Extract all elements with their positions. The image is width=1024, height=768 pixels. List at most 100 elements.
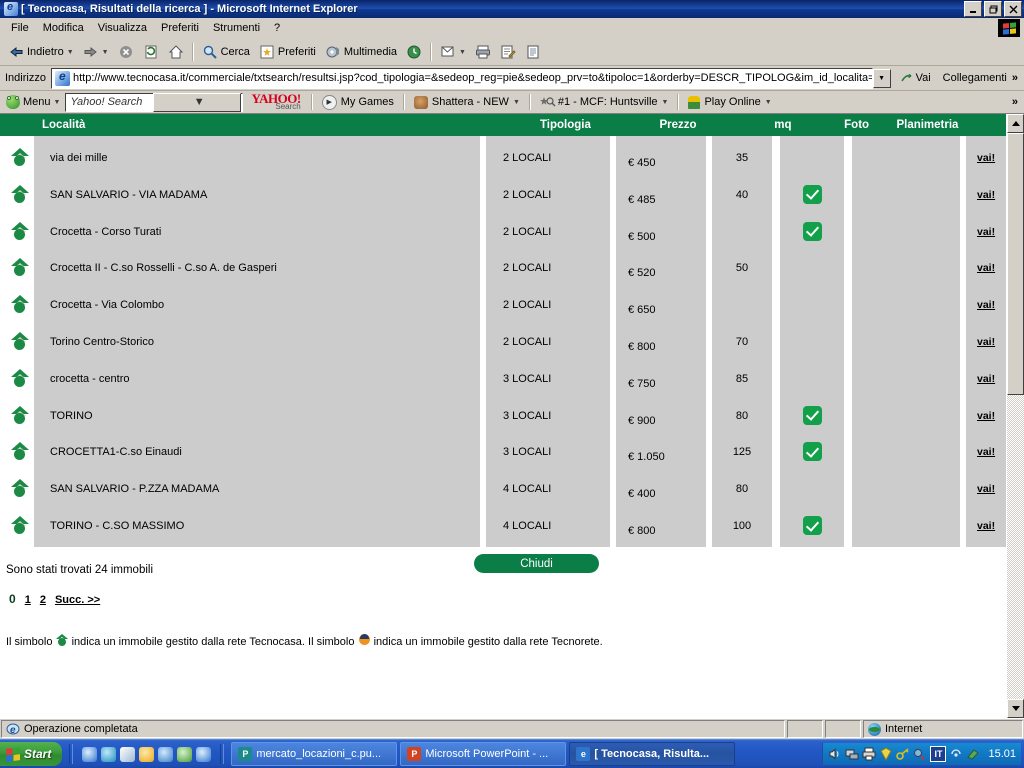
column-header-mq[interactable]: mq — [749, 119, 817, 131]
vai-link[interactable]: vai! — [977, 410, 995, 422]
start-button[interactable]: Start — [0, 742, 63, 766]
shield-icon[interactable] — [879, 747, 893, 762]
volume-icon[interactable] — [828, 747, 842, 761]
yahoo-shattera-button[interactable]: Shattera - NEW ▼ — [409, 95, 525, 110]
yahoo-search-dropdown-button[interactable]: ▼ — [152, 92, 242, 112]
chiudi-button[interactable]: Chiudi — [474, 554, 599, 573]
vai-link[interactable]: vai! — [977, 299, 995, 311]
yahoo-mcf-button[interactable]: #1 - MCF: Huntsville ▼ — [535, 95, 674, 110]
foto-check-icon[interactable] — [803, 442, 822, 462]
taskbar-button[interactable]: Pmercato_locazioni_c.pu... — [231, 742, 398, 766]
address-dropdown-button[interactable]: ▼ — [872, 68, 891, 88]
vai-link[interactable]: vai! — [977, 483, 995, 495]
taskbar-clock[interactable]: 15.01 — [983, 748, 1016, 760]
scroll-up-button[interactable] — [1007, 114, 1024, 133]
taskbar-button[interactable]: P Microsoft PowerPoint - ... — [400, 742, 567, 766]
printer-icon[interactable] — [862, 747, 876, 761]
pagination-next[interactable]: Succ. >> — [55, 594, 100, 606]
minimize-button[interactable] — [964, 1, 982, 17]
back-button[interactable]: Indietro ▼ — [4, 42, 78, 62]
quicklaunch-music-icon[interactable] — [177, 746, 193, 762]
scroll-down-button[interactable] — [1007, 699, 1024, 718]
foto-check-icon[interactable] — [803, 516, 822, 535]
play-online-dropdown-icon[interactable]: ▼ — [765, 99, 772, 106]
column-header-foto[interactable]: Foto — [817, 119, 897, 131]
mcf-dropdown-icon[interactable]: ▼ — [662, 99, 669, 106]
menu-item-help[interactable]: ? — [267, 20, 287, 36]
forward-dropdown-icon[interactable]: ▼ — [102, 49, 109, 56]
menu-item-visualizza[interactable]: Visualizza — [91, 20, 154, 36]
quicklaunch-media-icon[interactable] — [139, 746, 155, 762]
yahoo-search-input[interactable]: Yahoo! Search ▼ — [65, 92, 244, 112]
shattera-dropdown-icon[interactable]: ▼ — [513, 99, 520, 106]
key-icon[interactable] — [896, 747, 910, 761]
mail-dropdown-icon[interactable]: ▼ — [459, 49, 466, 56]
links-button[interactable]: Collegamenti » — [939, 72, 1022, 84]
scroll-thumb[interactable] — [1007, 133, 1024, 395]
network-icon[interactable] — [845, 747, 859, 761]
menu-item-strumenti[interactable]: Strumenti — [206, 20, 267, 36]
home-button[interactable] — [164, 42, 188, 62]
language-indicator[interactable]: IT — [930, 746, 947, 762]
menu-item-file[interactable]: File — [4, 20, 36, 36]
print-button[interactable] — [471, 42, 495, 62]
vai-link[interactable]: vai! — [977, 336, 995, 348]
quicklaunch-desktop-icon[interactable] — [120, 746, 136, 762]
scroll-track[interactable] — [1007, 395, 1024, 699]
vai-link[interactable]: vai! — [977, 262, 995, 274]
vai-link[interactable]: vai! — [977, 520, 995, 532]
antivirus-icon[interactable] — [966, 747, 980, 761]
go-button[interactable]: Vai — [892, 72, 939, 85]
yahoo-my-games-button[interactable]: ▶ My Games — [317, 94, 399, 111]
column-header-planimetria[interactable]: Planimetria — [896, 119, 1006, 131]
cell-mq: 125 — [732, 446, 752, 459]
updates-icon[interactable] — [913, 747, 927, 761]
media-button[interactable]: Multimedia — [321, 42, 401, 62]
quicklaunch-refresh-icon[interactable] — [101, 746, 117, 762]
mail-button[interactable]: ▼ — [436, 42, 470, 62]
menu-item-modifica[interactable]: Modifica — [36, 20, 91, 36]
forward-button[interactable]: ▼ — [79, 42, 113, 62]
pagination-page-1[interactable]: 1 — [25, 594, 31, 606]
quicklaunch-ie-icon[interactable] — [82, 746, 98, 762]
taskbar-button[interactable]: e[ Tecnocasa, Risulta... — [569, 742, 736, 766]
back-dropdown-icon[interactable]: ▼ — [67, 49, 74, 56]
pagination-page-2[interactable]: 2 — [40, 594, 46, 606]
history-button[interactable] — [402, 42, 426, 62]
column-header-tipologia[interactable]: Tipologia — [540, 119, 660, 131]
search-icon — [202, 44, 218, 60]
column-header-prezzo[interactable]: Prezzo — [659, 119, 749, 131]
edit-button[interactable] — [496, 42, 520, 62]
sound-wave-icon[interactable] — [949, 747, 963, 761]
menu-item-preferiti[interactable]: Preferiti — [154, 20, 206, 36]
yahoo-menu-dropdown-icon[interactable]: ▼ — [54, 99, 61, 106]
quicklaunch-browser-icon[interactable] — [196, 746, 212, 762]
foto-check-icon[interactable] — [803, 184, 822, 204]
vai-link[interactable]: vai! — [977, 152, 995, 164]
search-button[interactable]: Cerca — [198, 42, 254, 62]
foto-check-icon[interactable] — [803, 221, 822, 241]
vai-link[interactable]: vai! — [977, 226, 995, 238]
security-zone-panel[interactable]: Internet — [863, 720, 1023, 738]
foto-check-icon[interactable] — [803, 405, 822, 425]
favorites-button[interactable]: Preferiti — [255, 42, 320, 62]
security-zone-label: Internet — [885, 723, 923, 735]
yahoo-play-online-button[interactable]: Play Online ▼ — [683, 95, 776, 110]
yahoo-menu-button[interactable]: Menu ▼ — [3, 94, 63, 110]
restore-button[interactable] — [984, 1, 1002, 17]
cell-localita: crocetta - centro — [50, 372, 130, 385]
links-chevron-icon[interactable]: » — [1007, 72, 1018, 84]
vai-link[interactable]: vai! — [977, 373, 995, 385]
refresh-button[interactable] — [139, 42, 163, 62]
vai-link[interactable]: vai! — [977, 446, 995, 458]
discuss-button[interactable] — [521, 42, 545, 62]
favorites-icon — [259, 44, 275, 60]
close-button[interactable] — [1004, 1, 1022, 17]
column-header-localita[interactable]: Località — [0, 119, 540, 131]
stop-button[interactable] — [114, 42, 138, 62]
page-scrollbar[interactable] — [1006, 114, 1024, 718]
address-input[interactable]: http://www.tecnocasa.it/commerciale/txts… — [50, 67, 873, 89]
yahoo-overflow-icon[interactable]: » — [1012, 96, 1024, 108]
quicklaunch-messenger-icon[interactable] — [158, 746, 174, 762]
vai-link[interactable]: vai! — [977, 189, 995, 201]
